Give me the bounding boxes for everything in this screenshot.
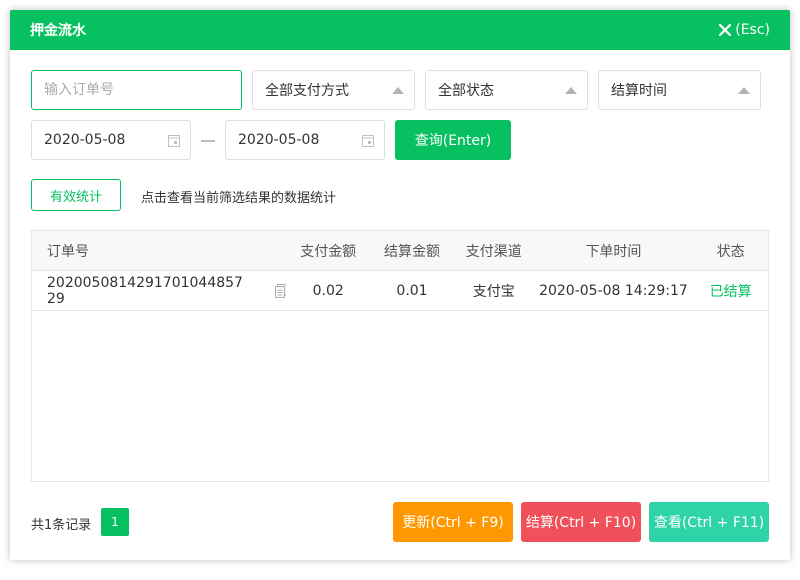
deposit-table: 订单号 支付金额 结算金额 支付渠道 下单时间 状态 2020050814291… xyxy=(31,230,769,482)
status-select[interactable]: 全部状态 xyxy=(425,70,588,110)
close-icon xyxy=(719,24,732,36)
calendar-icon xyxy=(362,135,374,147)
view-button[interactable]: 查看(Ctrl + F11) xyxy=(649,502,769,542)
order-no-text: 2020050814291701044857 29 xyxy=(47,274,243,307)
time-type-select[interactable]: 结算时间 xyxy=(598,70,761,110)
order-number-input[interactable] xyxy=(44,82,229,98)
start-date-picker[interactable]: 2020-05-08 xyxy=(31,120,191,160)
end-date-picker[interactable]: 2020-05-08 xyxy=(225,120,385,160)
stats-hint: 点击查看当前筛选结果的数据统计 xyxy=(141,191,337,206)
cell-status: 已结算 xyxy=(709,283,752,300)
valid-stats-button[interactable]: 有效统计 xyxy=(31,179,121,211)
start-date-value: 2020-05-08 xyxy=(44,132,126,148)
end-date-value: 2020-05-08 xyxy=(238,132,320,148)
settle-button[interactable]: 结算(Ctrl + F10) xyxy=(521,502,641,542)
header-pay-amount: 支付金额 xyxy=(300,243,357,260)
cell-pay-amount: 0.02 xyxy=(312,282,344,299)
deposit-flow-dialog: 押金流水 (Esc) 全部支付方式 全部状态 结算时间 2020-05-08 2… xyxy=(10,10,790,560)
cell-settle-amount: 0.01 xyxy=(396,282,428,299)
header-order-time: 下单时间 xyxy=(585,243,642,260)
cell-order-time: 2020-05-08 14:29:17 xyxy=(539,282,688,299)
cell-channel: 支付宝 xyxy=(472,283,515,300)
order-number-field[interactable] xyxy=(31,70,242,110)
dropdown-triangle-icon xyxy=(392,87,404,94)
update-button[interactable]: 更新(Ctrl + F9) xyxy=(393,502,513,542)
pagination-page-1[interactable]: 1 xyxy=(101,508,129,536)
pay-method-select[interactable]: 全部支付方式 xyxy=(252,70,415,110)
dropdown-triangle-icon xyxy=(738,87,750,94)
close-label: (Esc) xyxy=(735,22,770,38)
copy-icon[interactable] xyxy=(274,283,287,298)
header-order-no: 订单号 xyxy=(47,243,89,260)
table-row[interactable]: 2020050814291701044857 29 0.02 0.01 支付宝 … xyxy=(32,271,768,311)
table-header: 订单号 支付金额 结算金额 支付渠道 下单时间 状态 xyxy=(32,231,768,271)
pay-method-value: 全部支付方式 xyxy=(265,83,349,99)
date-range-separator xyxy=(201,140,215,142)
time-type-value: 结算时间 xyxy=(611,83,667,99)
calendar-icon xyxy=(168,135,180,147)
cell-order-no: 2020050814291701044857 29 xyxy=(32,274,287,307)
header-settle-amount: 结算金额 xyxy=(383,243,440,260)
status-value: 全部状态 xyxy=(438,83,494,99)
dropdown-triangle-icon xyxy=(565,87,577,94)
close-button[interactable]: (Esc) xyxy=(719,22,770,38)
title-bar: 押金流水 (Esc) xyxy=(10,10,790,50)
header-status: 状态 xyxy=(716,243,745,260)
record-count: 共1条记录 xyxy=(31,518,92,533)
query-button[interactable]: 查询(Enter) xyxy=(395,120,511,160)
header-channel: 支付渠道 xyxy=(465,243,522,260)
dialog-title: 押金流水 xyxy=(30,23,86,39)
